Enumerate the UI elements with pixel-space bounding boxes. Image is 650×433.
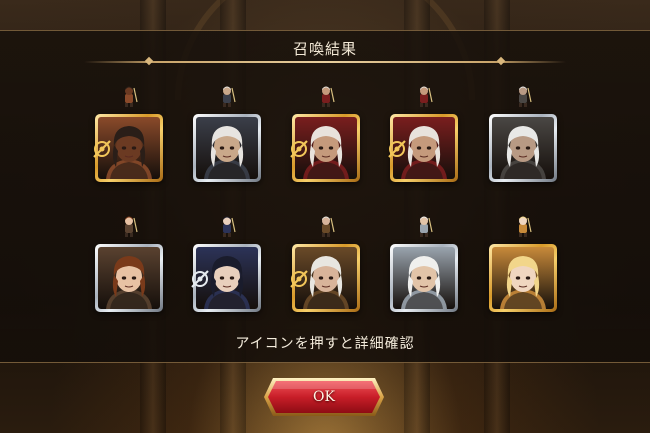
character-portrait-icon: [492, 117, 554, 179]
unit-portrait-card[interactable]: [489, 114, 557, 182]
unit-portrait: [98, 247, 160, 309]
character-portrait-icon: [98, 247, 160, 309]
hint-text: アイコンを押すと詳細確認: [235, 336, 415, 352]
class-emblem-icon: [388, 140, 406, 158]
unit-portrait-card[interactable]: [95, 244, 163, 312]
mage-sprite-icon: [223, 216, 236, 237]
priest-sprite-icon: [420, 86, 433, 107]
unit-portrait-card[interactable]: [191, 244, 261, 312]
dancer-sprite-icon: [223, 86, 236, 107]
unit-portrait: [492, 117, 554, 179]
unit-portrait-card[interactable]: [193, 114, 261, 182]
unit-portrait: [393, 247, 455, 309]
lancer-sprite-icon: [125, 216, 138, 237]
swordsman-sprite-icon: [322, 216, 335, 237]
character-portrait-icon: [196, 117, 258, 179]
unit-portrait-card[interactable]: [290, 244, 360, 312]
unit-portrait-card[interactable]: [93, 114, 163, 182]
unit-portrait-card[interactable]: [489, 244, 557, 312]
character-portrait-icon: [492, 247, 554, 309]
ok-button-label: OK: [313, 389, 335, 405]
class-emblem-icon: [93, 140, 111, 158]
unit-portrait: [196, 117, 258, 179]
class-emblem-icon: [191, 270, 209, 288]
knight-sprite-icon: [125, 86, 138, 107]
unit-grid: [0, 0, 650, 433]
warrior-sprite-icon: [519, 86, 532, 107]
character-portrait-icon: [393, 247, 455, 309]
unit-portrait-card[interactable]: [290, 114, 360, 182]
class-emblem-icon: [290, 140, 308, 158]
class-emblem-icon: [290, 270, 308, 288]
unit-portrait: [492, 247, 554, 309]
archer-sprite-icon: [420, 216, 433, 237]
ok-button[interactable]: OK: [263, 377, 385, 417]
unit-portrait-card[interactable]: [388, 114, 458, 182]
girl-sprite-icon: [519, 216, 532, 237]
unit-portrait-card[interactable]: [390, 244, 458, 312]
priest-sprite-icon: [322, 86, 335, 107]
